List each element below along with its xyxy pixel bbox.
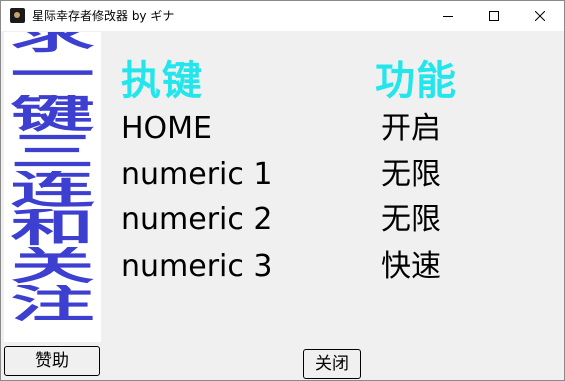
app-icon: [10, 8, 25, 23]
banner-char: 求: [4, 32, 101, 54]
banner-char: 键: [10, 95, 95, 133]
close-window-button[interactable]: [517, 1, 563, 31]
hotkey-label: HOME: [121, 111, 213, 146]
close-button[interactable]: 关闭: [303, 349, 361, 379]
minimize-button[interactable]: [425, 1, 471, 31]
function-cell: 无限: [381, 157, 459, 197]
banner-char: 注: [10, 285, 95, 323]
banner-panel: 求 一 键 三 连 和 关 注: [4, 32, 101, 342]
hotkey-label: numeric 1: [121, 157, 273, 192]
key-column-header: 执键: [121, 58, 203, 104]
banner-char: 三: [10, 133, 95, 171]
maximize-icon: [489, 11, 499, 21]
function-label: 无限: [381, 157, 441, 192]
app-window: 星际幸存者修改器 by ギナ 求 一 键 三 连 和 关 注 执键 功能 HOM…: [0, 0, 565, 381]
function-cell: 无限: [381, 202, 459, 242]
banner-char: 连: [10, 171, 95, 209]
title-bar[interactable]: 星际幸存者修改器 by ギナ: [1, 1, 564, 31]
hotkey-label: numeric 3: [121, 249, 273, 284]
hotkey-label: numeric 2: [121, 202, 273, 237]
banner-char: 和: [10, 209, 95, 247]
function-cell: 快速: [381, 249, 459, 289]
function-cell: 开启: [381, 111, 459, 151]
window-title: 星际幸存者修改器 by ギナ: [32, 9, 175, 23]
banner-char: 一: [10, 56, 95, 94]
close-icon: [535, 11, 545, 21]
minimize-icon: [443, 16, 453, 17]
function-label: 开启: [381, 111, 441, 146]
maximize-button[interactable]: [471, 1, 517, 31]
function-column-header: 功能: [375, 58, 457, 104]
banner-char: 关: [10, 247, 95, 285]
sponsor-button[interactable]: 赞助: [4, 346, 100, 376]
function-label: 快速: [381, 249, 441, 284]
function-label: 无限: [381, 202, 441, 237]
